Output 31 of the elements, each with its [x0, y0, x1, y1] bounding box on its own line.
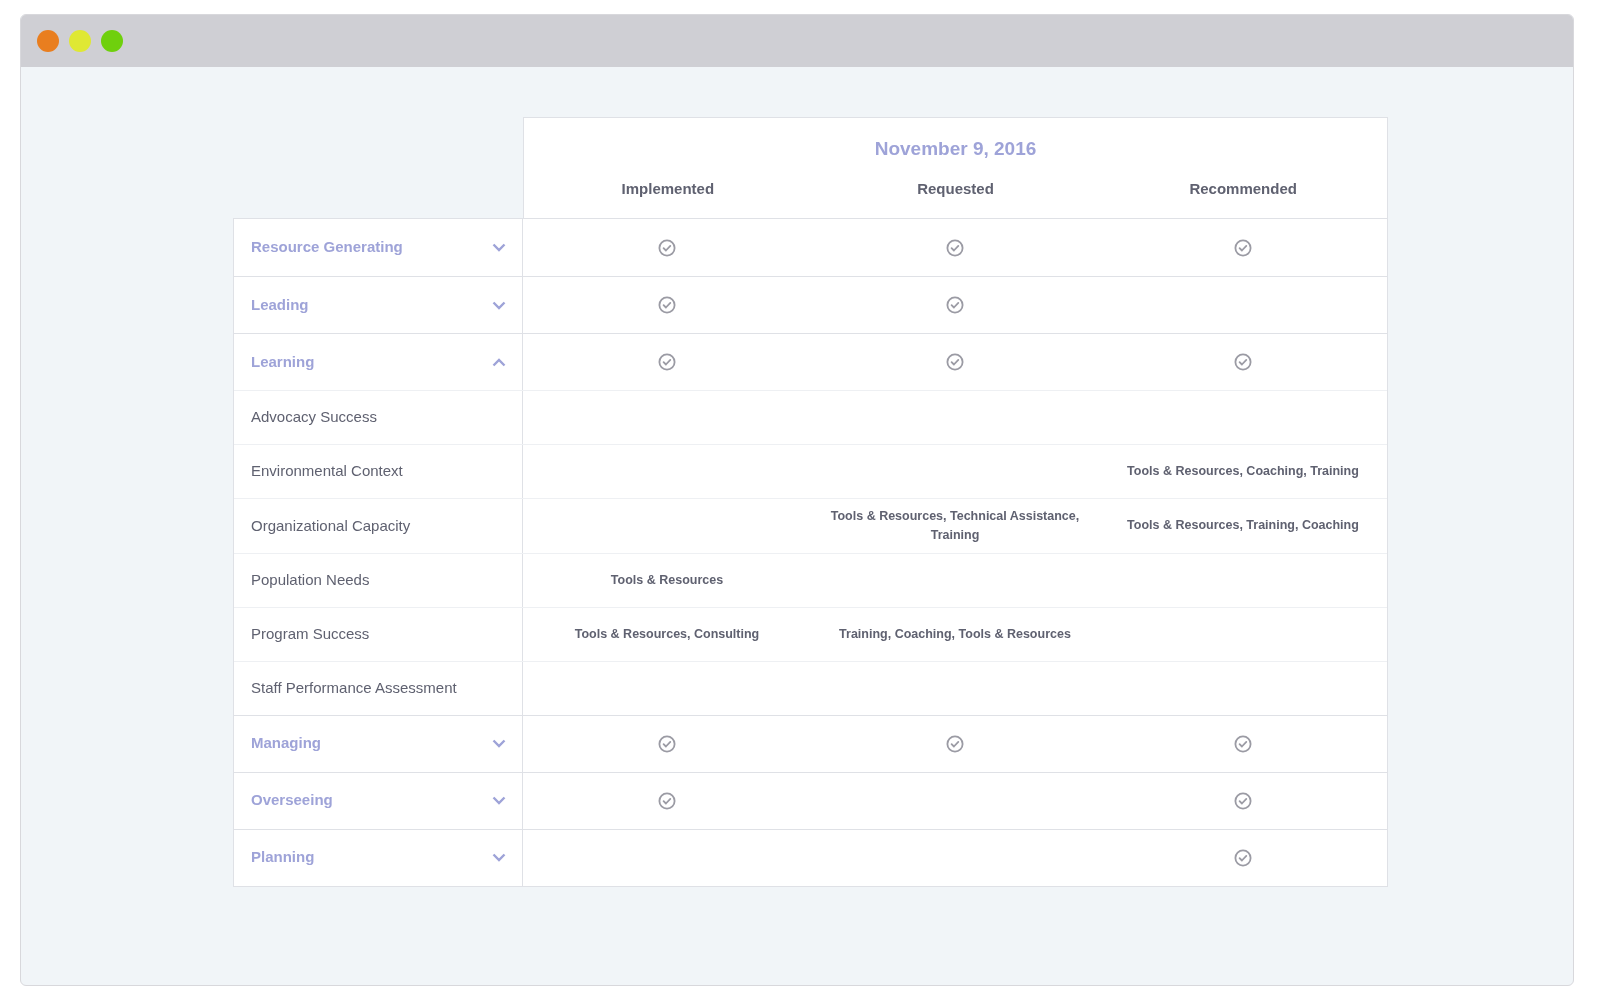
subcategory-label: Program Success: [251, 623, 370, 644]
subcategory-label: Staff Performance Assessment: [251, 677, 457, 698]
expand-toggle[interactable]: [492, 739, 506, 748]
category-label: Overseeing: [251, 790, 333, 811]
expand-toggle[interactable]: [492, 853, 506, 862]
table-cell-text: Tools & Resources, Coaching, Training: [1127, 463, 1359, 481]
date-heading: November 9, 2016: [873, 137, 1038, 161]
expand-toggle[interactable]: [492, 796, 506, 805]
table-cell-text: Tools & Resources, Training, Coaching: [1127, 517, 1359, 535]
category-label: Managing: [251, 733, 321, 754]
subcategory-label: Organizational Capacity: [251, 515, 411, 536]
close-dot[interactable]: [37, 30, 59, 52]
expand-toggle[interactable]: [492, 357, 506, 367]
table-cell-text: Tools & Resources, Consulting: [574, 625, 760, 643]
table-cell-text: Tools & Resources, Technical Assistance, Training: [829, 508, 1081, 544]
expand-toggle[interactable]: [492, 243, 506, 252]
category-label: Learning: [251, 351, 315, 372]
category-label: Planning: [251, 847, 315, 868]
minimize-dot[interactable]: [69, 30, 91, 52]
column-header: Requested: [916, 178, 995, 199]
category-label: Resource Generating: [251, 237, 403, 258]
expand-toggle[interactable]: [492, 300, 506, 310]
subcategory-label: Environmental Context: [251, 461, 403, 482]
table-cell-text: Training, Coaching, Tools & Resources: [839, 625, 1071, 643]
subcategory-label: Advocacy Success: [251, 407, 377, 428]
category-label: Leading: [251, 294, 309, 315]
column-header: Recommended: [1188, 178, 1298, 199]
table-cell-text: Tools & Resources: [610, 571, 724, 589]
maximize-dot[interactable]: [101, 30, 123, 52]
column-header: Implemented: [620, 178, 716, 199]
subcategory-label: Population Needs: [251, 569, 370, 590]
